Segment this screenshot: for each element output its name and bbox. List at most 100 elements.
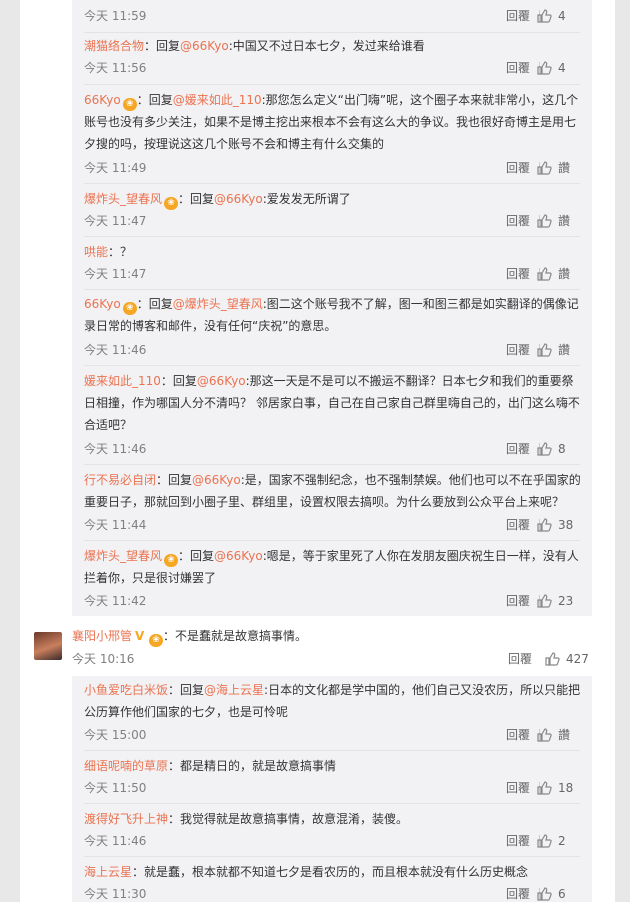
reply-prefix: ：	[168, 759, 181, 773]
reply-time: 今天 11:59	[84, 9, 147, 23]
reply-meta: 今天 11:30 回覆 6	[84, 884, 580, 902]
member-badge-icon: ❀	[122, 98, 137, 111]
reply-meta: 今天 11:47 回覆 讚	[84, 264, 580, 284]
reply-time: 今天 11:42	[84, 594, 147, 608]
mention-link[interactable]: @海上云星	[204, 683, 264, 697]
reply-item: 66Kyo ❀ ：回复@爆炸头_望春风:图二这个账号我不了解，图一和图三都是如实翻译…	[84, 293, 584, 337]
like-count: 18	[558, 781, 574, 795]
reply-button[interactable]: 回覆	[506, 725, 530, 745]
reply-button[interactable]: 回覆	[506, 264, 530, 284]
reply-text: 就是蠢，根本就都不知道七夕是看农历的，而且根本就没有什么历史概念	[144, 865, 529, 879]
reply-text: :爱发发无所谓了	[262, 192, 351, 206]
reply-item: 潮猫络合物：回复@66Kyo:中国又不过日本七夕，发过来给谁看	[84, 35, 584, 57]
reply-button[interactable]: 回覆	[506, 158, 530, 178]
reply-text: 我觉得就是故意搞事情，故意混淆，装傻。	[180, 812, 409, 826]
mention-link[interactable]: @66Kyo	[192, 473, 241, 487]
like-button[interactable]: 讚	[536, 158, 580, 178]
like-button[interactable]: 讚	[536, 211, 580, 231]
comment-time: 今天 10:16	[72, 652, 135, 666]
reply-time: 今天 11:44	[84, 518, 147, 532]
mention-link[interactable]: @媛来如此_110	[173, 93, 262, 107]
user-name[interactable]: 媛来如此_110	[84, 374, 161, 388]
reply-prefix: ：回复	[136, 93, 173, 107]
reply-meta: 今天 11:56 回覆 4	[84, 58, 580, 78]
reply-button[interactable]: 回覆	[506, 831, 530, 851]
like-button[interactable]: 6	[536, 884, 580, 902]
member-badge-icon: ❀	[164, 554, 179, 567]
like-button[interactable]: 讚	[536, 264, 580, 284]
like-button[interactable]: 讚	[536, 340, 580, 360]
comment-text: ：不是蠢就是故意搞事情。	[163, 629, 308, 643]
member-badge-icon: ❀	[149, 634, 164, 647]
user-name[interactable]: 细语呢喃的草原	[84, 759, 168, 773]
reply-button[interactable]: 回覆	[506, 340, 530, 360]
user-name[interactable]: 小鱼爱吃白米饭	[84, 683, 168, 697]
reply-prefix: ：	[108, 245, 121, 259]
like-button[interactable]: 2	[536, 831, 580, 851]
like-button[interactable]: 讚	[536, 725, 580, 745]
verified-icon: V	[135, 629, 145, 643]
reply-time: 今天 11:46	[84, 442, 147, 456]
divider	[84, 803, 580, 804]
reply-prefix: ：回复	[156, 473, 193, 487]
mention-link[interactable]: @66Kyo	[214, 192, 263, 206]
user-name[interactable]: 行不易必自闭	[84, 473, 156, 487]
reply-button[interactable]: 回覆	[506, 58, 530, 78]
like-button[interactable]: 4	[536, 6, 580, 26]
reply-prefix: ：回复	[144, 39, 181, 53]
reply-button[interactable]: 回覆	[508, 649, 532, 669]
like-count: 4	[558, 9, 566, 23]
mention-link[interactable]: @爆炸头_望春风	[173, 297, 263, 311]
like-count: 427	[566, 652, 589, 666]
divider	[84, 365, 580, 366]
reply-time: 今天 11:30	[84, 887, 147, 901]
reply-prefix: ：回复	[160, 374, 197, 388]
divider	[84, 32, 580, 33]
like-button[interactable]: 4	[536, 58, 580, 78]
mention-link[interactable]: @66Kyo	[180, 39, 229, 53]
thumbs-up-icon	[537, 518, 552, 532]
reply-item: 行不易必自闭：回复@66Kyo:是，国家不强制纪念，也不强制禁娱。他们也可以不在…	[84, 469, 584, 513]
like-button[interactable]: 18	[536, 778, 580, 798]
reply-time: 今天 11:46	[84, 343, 147, 357]
reply-button[interactable]: 回覆	[506, 591, 530, 611]
mention-link[interactable]: @66Kyo	[214, 549, 263, 563]
reply-button[interactable]: 回覆	[506, 515, 530, 535]
reply-button[interactable]: 回覆	[506, 884, 530, 902]
user-name[interactable]: 潮猫络合物	[84, 39, 144, 53]
reply-button[interactable]: 回覆	[506, 211, 530, 231]
divider	[84, 236, 580, 237]
like-button[interactable]: 8	[536, 439, 580, 459]
like-count: 8	[558, 442, 566, 456]
user-name[interactable]: 海上云星	[84, 865, 132, 879]
reply-text: ？	[120, 245, 133, 259]
reply-time: 今天 15:00	[84, 728, 147, 742]
avatar[interactable]	[34, 632, 62, 660]
reply-button[interactable]: 回覆	[506, 6, 530, 26]
reply-meta: 今天 11:47 回覆 讚	[84, 211, 580, 231]
thumbs-up-icon	[537, 834, 552, 848]
user-name[interactable]: 爆炸头_望春风	[84, 549, 162, 563]
user-name[interactable]: 襄阳小邢管	[72, 629, 132, 643]
user-name[interactable]: 哄能	[84, 245, 108, 259]
reply-item: 海上云星：就是蠢，根本就都不知道七夕是看农历的，而且根本就没有什么历史概念	[84, 861, 584, 883]
like-button[interactable]: 23	[536, 591, 580, 611]
mention-link[interactable]: @66Kyo	[197, 374, 246, 388]
user-name[interactable]: 渡得好飞升上神	[84, 812, 168, 826]
user-name[interactable]: 66Kyo	[84, 93, 121, 107]
reply-prefix: ：回复	[178, 549, 215, 563]
thumbs-up-icon	[537, 343, 552, 357]
like-count: 讚	[558, 214, 571, 228]
thumbs-up-icon	[537, 594, 552, 608]
user-name[interactable]: 爆炸头_望春风	[84, 192, 162, 206]
reply-button[interactable]: 回覆	[506, 778, 530, 798]
reply-text: 都是精日的，就是故意搞事情	[180, 759, 337, 773]
reply-time: 今天 11:56	[84, 61, 147, 75]
like-count: 讚	[558, 343, 571, 357]
reply-button[interactable]: 回覆	[506, 439, 530, 459]
member-badge-icon: ❀	[164, 197, 179, 210]
user-name[interactable]: 66Kyo	[84, 297, 121, 311]
reply-item: 66Kyo ❀ ：回复@媛来如此_110:那您怎么定义“出门嗨”呢，这个圈子本来就非…	[84, 89, 584, 155]
like-button[interactable]: 38	[536, 515, 580, 535]
member-badge-icon: ❀	[122, 302, 137, 315]
